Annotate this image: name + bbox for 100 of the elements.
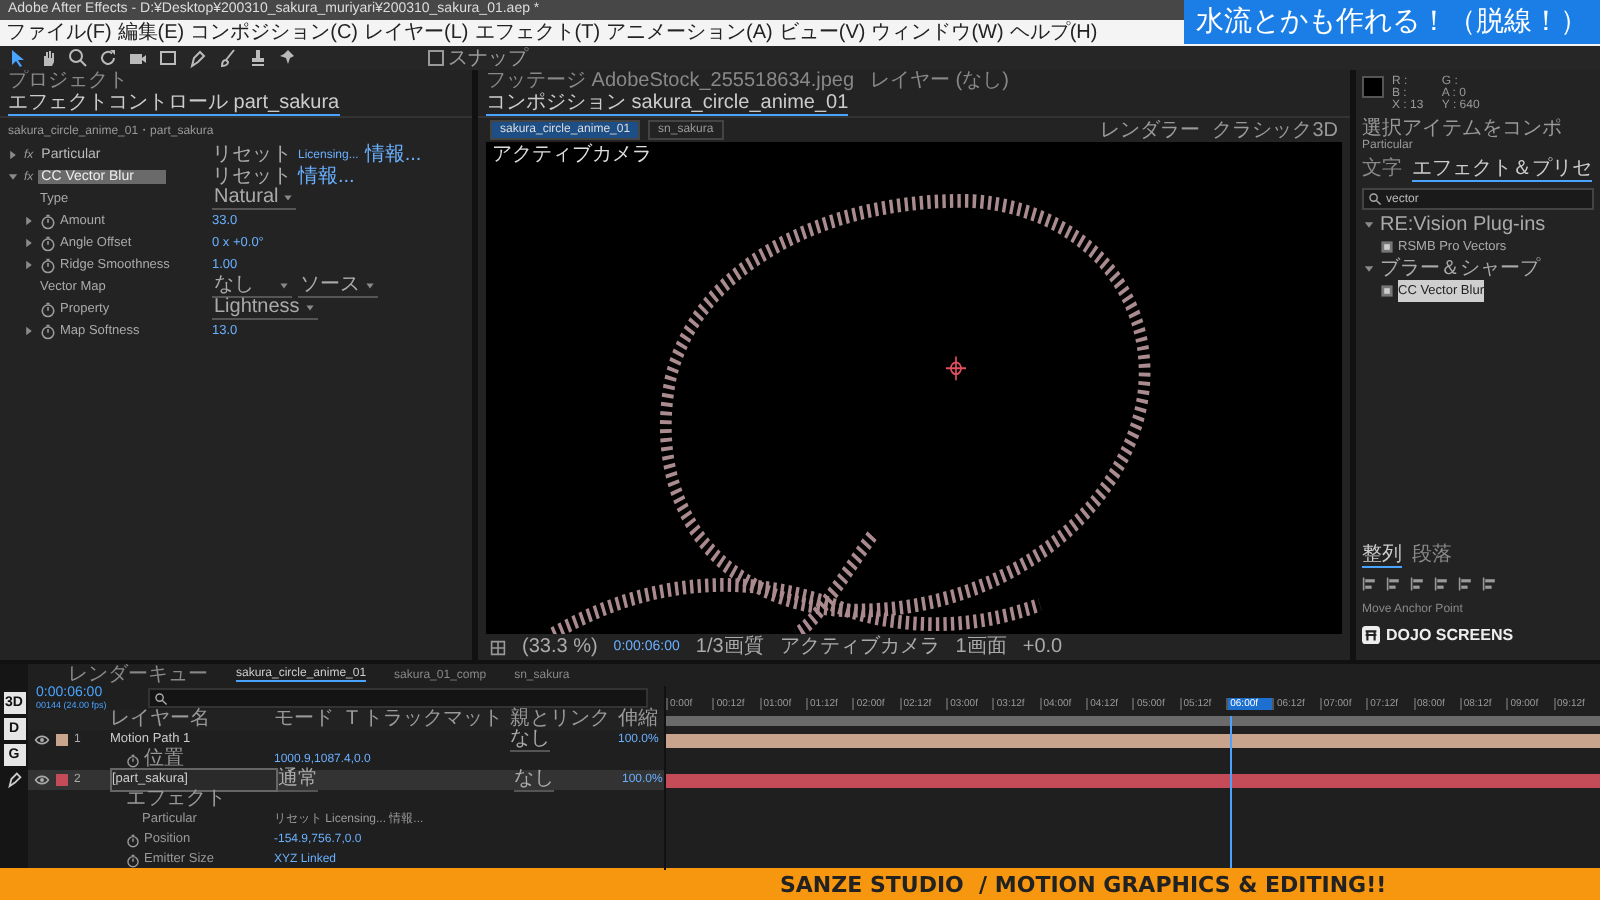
search-icon [1368, 192, 1382, 206]
column-header[interactable]: T トラックマット [346, 710, 510, 730]
expand-arrow-icon[interactable] [1362, 218, 1376, 232]
effect-link[interactable]: リセット [212, 145, 292, 165]
menu-item[interactable]: レイヤー(L) [364, 20, 469, 46]
dropdown[interactable]: Natural [212, 188, 297, 210]
label-color[interactable] [56, 734, 68, 746]
align-icon[interactable] [1434, 576, 1450, 592]
stopwatch-icon[interactable] [40, 213, 56, 229]
timeline-tab[interactable]: レンダーキュー [68, 664, 208, 686]
viewer-control[interactable]: 1画面 [955, 636, 1007, 658]
menu-item[interactable]: エフェクト(T) [474, 20, 601, 46]
grid-icon[interactable] [490, 639, 506, 655]
panel-tab[interactable]: レイヤー (なし) [870, 70, 1009, 92]
effect-link[interactable]: 情報... [364, 145, 422, 165]
caret-icon [364, 280, 376, 292]
column-header[interactable]: モード [274, 710, 346, 730]
panel-tab[interactable]: フッテージ AdobeStock_255518634.jpeg [486, 70, 855, 92]
hand-icon[interactable] [38, 48, 58, 68]
pen-icon[interactable] [188, 48, 208, 68]
stopwatch-icon[interactable] [126, 853, 140, 867]
expand-arrow-icon[interactable] [1362, 262, 1376, 276]
tree-item[interactable]: RE:Vision Plug-ins [1380, 214, 1546, 236]
viewer-control[interactable]: +0.0 [1022, 636, 1063, 658]
stamp-icon[interactable] [248, 48, 268, 68]
pen-icon[interactable] [5, 770, 23, 788]
viewer-control[interactable]: 1/3画質 [695, 636, 764, 658]
rotate-icon[interactable] [98, 48, 118, 68]
search-field[interactable] [148, 688, 648, 708]
menu-item[interactable]: ウィンドウ(W) [871, 20, 1004, 46]
parent-dropdown[interactable]: なし [514, 768, 554, 792]
snap-label: スナップ [448, 47, 528, 69]
brush-icon[interactable] [218, 48, 238, 68]
panel-tab[interactable]: エフェクト＆プリセ [1412, 158, 1592, 182]
group-name: エフェクト [124, 790, 228, 810]
camera-label: アクティブカメラ [492, 144, 652, 166]
align-icon[interactable] [1482, 576, 1498, 592]
menu-item[interactable]: アニメーション(A) [606, 20, 773, 46]
zoom-icon[interactable] [68, 48, 88, 68]
color-swatch [1362, 76, 1384, 98]
pin-icon[interactable] [278, 48, 298, 68]
effect-icon [1380, 284, 1394, 298]
layer-duration-bar[interactable] [666, 733, 1600, 747]
camera-icon[interactable] [128, 48, 148, 68]
expand-arrow-icon[interactable] [22, 324, 36, 338]
parent-dropdown[interactable]: なし [510, 728, 550, 752]
layer-duration-bar[interactable] [666, 773, 1600, 787]
stopwatch-icon[interactable] [40, 323, 56, 339]
stopwatch-icon[interactable] [126, 833, 140, 847]
hint-text: 選択アイテムをコンポ [1360, 118, 1564, 140]
panel-tab[interactable]: 整列 [1362, 544, 1402, 568]
panel-tab[interactable]: エフェクトコントロール part_sakura [8, 92, 340, 116]
menu-item[interactable]: ビュー(V) [778, 20, 866, 46]
eye-icon[interactable] [34, 772, 50, 788]
viewer-control[interactable]: (33.3 %) [522, 636, 598, 658]
tree-item[interactable]: ブラー＆シャープ [1380, 258, 1540, 280]
search-icon [154, 691, 168, 705]
anchor-point-icon[interactable] [945, 355, 967, 382]
menu-item[interactable]: 編集(E) [117, 20, 185, 46]
menu-item[interactable]: コンポジション(C) [190, 20, 359, 46]
align-icon[interactable] [1362, 576, 1378, 592]
work-area-bar[interactable] [666, 715, 1600, 725]
viewer-control[interactable]: アクティブカメラ [779, 636, 940, 658]
mode-dropdown[interactable]: 通常 [278, 768, 318, 792]
property-name: 位置 [144, 750, 184, 770]
panel-tab[interactable]: 文字 [1362, 158, 1402, 182]
footer-banner: SANZE STUDIO / MOTION GRAPHICS & EDITING!! [0, 868, 1600, 900]
rectangle-tool-icon[interactable] [158, 48, 178, 68]
panel-tab[interactable]: コンポジション sakura_circle_anime_01 [486, 92, 849, 116]
caret-icon [282, 192, 295, 204]
align-icon[interactable] [1386, 576, 1402, 592]
dojo-logo-icon [1362, 626, 1380, 644]
menu-item[interactable]: ヘルプ(H) [1009, 20, 1098, 46]
column-header[interactable]: 伸縮 [618, 710, 666, 730]
align-icon[interactable] [1458, 576, 1474, 592]
column-header[interactable]: レイヤー名 [110, 710, 274, 730]
effect-link[interactable]: 情報... [298, 167, 355, 187]
snap-checkbox[interactable] [428, 50, 444, 66]
effect-icon [1380, 240, 1394, 254]
stopwatch-icon[interactable] [40, 257, 56, 273]
column-header[interactable]: 親とリンク [510, 710, 618, 730]
stopwatch-icon[interactable] [126, 753, 140, 767]
dropdown[interactable]: ソース [298, 276, 378, 298]
caption-banner: 水流とかも作れる！（脱線！） [1184, 0, 1600, 44]
label-color[interactable] [56, 774, 68, 786]
logo-text: DOJO SCREENS [1386, 626, 1514, 644]
align-icon[interactable] [1410, 576, 1426, 592]
playhead-line[interactable] [1230, 716, 1233, 868]
menu-item[interactable]: ファイル(F) [6, 20, 112, 46]
stopwatch-icon[interactable] [40, 235, 56, 251]
effect-link[interactable]: リセット [212, 167, 292, 187]
panel-tab[interactable]: 段落 [1412, 544, 1452, 568]
dropdown[interactable]: なし [212, 276, 292, 298]
eye-icon[interactable] [34, 732, 50, 748]
caret-icon [278, 280, 290, 292]
renderer-label: レンダラー [1100, 119, 1201, 141]
renderer-value[interactable]: クラシック3D [1212, 119, 1338, 141]
dropdown[interactable]: Lightness [212, 298, 318, 320]
selection-arrow-icon[interactable] [8, 48, 28, 68]
stopwatch-icon[interactable] [40, 301, 56, 317]
